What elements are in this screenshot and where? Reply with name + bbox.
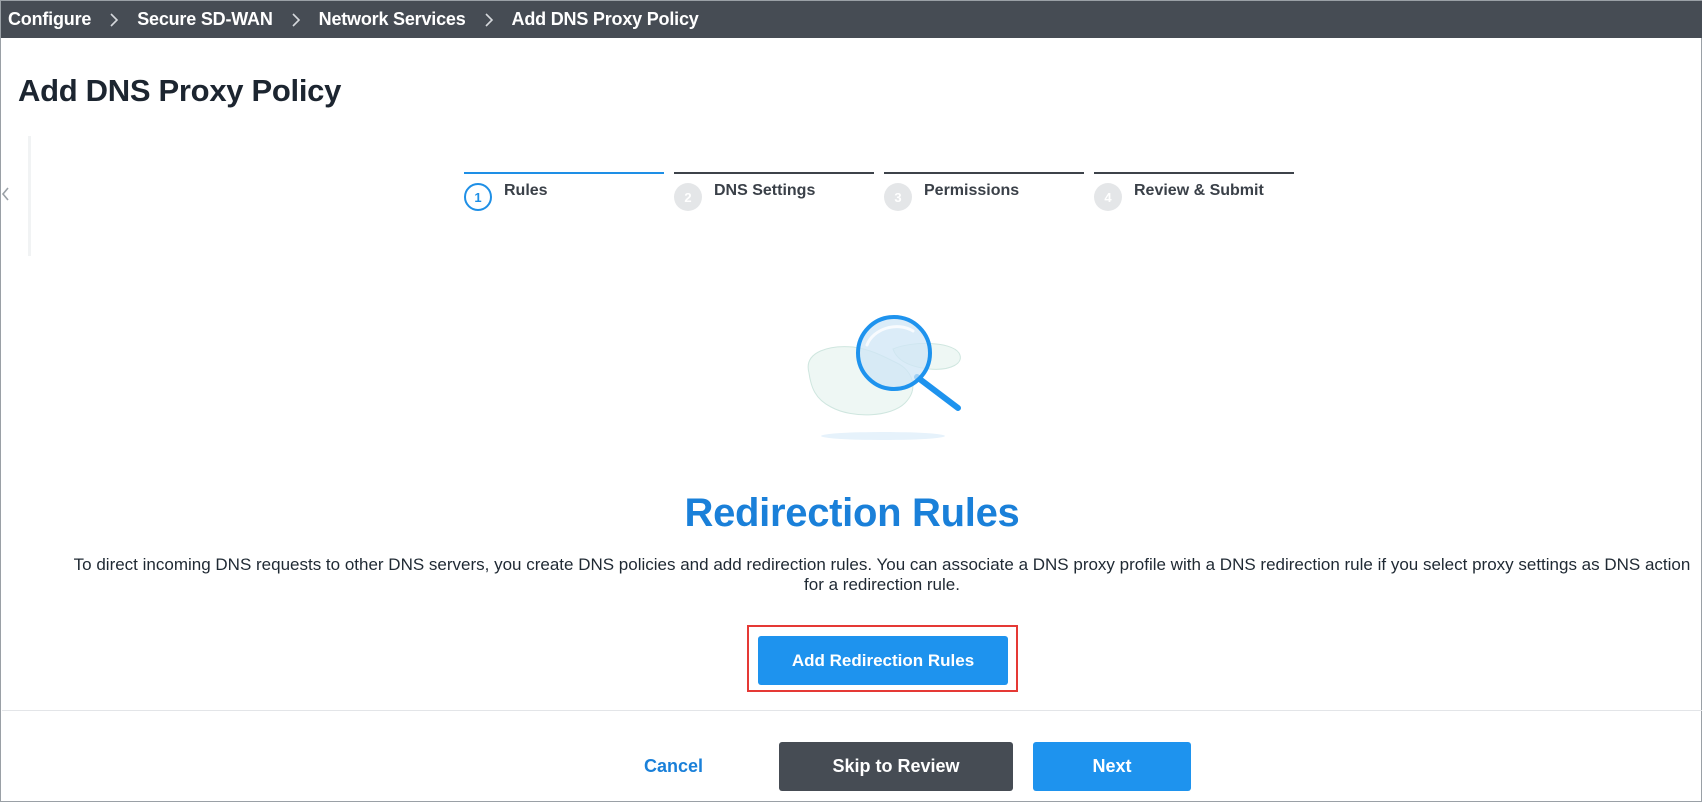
chevron-left-icon[interactable] — [1, 187, 11, 201]
cancel-button[interactable]: Cancel — [631, 742, 716, 790]
step-number: 2 — [674, 183, 702, 211]
step-label: Rules — [504, 182, 548, 199]
step-progress-bar — [884, 172, 1084, 174]
step-label: Review & Submit — [1134, 182, 1264, 199]
wizard-stepper: 1 Rules 2 DNS Settings 3 Permissions 4 R… — [464, 172, 1294, 212]
add-redirection-rules-button[interactable]: Add Redirection Rules — [758, 636, 1008, 685]
breadcrumb: Configure Secure SD-WAN Network Services… — [1, 1, 1702, 38]
breadcrumb-item-configure[interactable]: Configure — [8, 9, 91, 30]
step-label: Permissions — [924, 182, 1020, 199]
chevron-right-icon — [291, 12, 301, 27]
empty-state-description: To direct incoming DNS requests to other… — [73, 555, 1691, 594]
next-button[interactable]: Next — [1033, 742, 1191, 791]
empty-state-title: Redirection Rules — [684, 491, 1020, 535]
step-rules[interactable]: 1 Rules — [464, 172, 664, 212]
step-number: 1 — [464, 183, 492, 211]
step-progress-bar — [1094, 172, 1294, 174]
breadcrumb-item-network-services[interactable]: Network Services — [319, 9, 466, 30]
step-label: DNS Settings — [714, 182, 816, 199]
chevron-right-icon — [484, 12, 494, 27]
page-title: Add DNS Proxy Policy — [18, 73, 342, 108]
footer-divider — [2, 710, 1702, 711]
chevron-right-icon — [109, 12, 119, 27]
step-number: 4 — [1094, 183, 1122, 211]
highlight-frame: Add Redirection Rules — [747, 625, 1018, 692]
app-window: Configure Secure SD-WAN Network Services… — [0, 0, 1702, 802]
side-panel-rail — [28, 136, 31, 256]
breadcrumb-item-secure-sd-wan[interactable]: Secure SD-WAN — [137, 9, 273, 30]
step-dns-settings[interactable]: 2 DNS Settings — [674, 172, 874, 212]
step-permissions[interactable]: 3 Permissions — [884, 172, 1084, 212]
skip-to-review-button[interactable]: Skip to Review — [779, 742, 1013, 791]
breadcrumb-item-current: Add DNS Proxy Policy — [511, 9, 699, 29]
magnifying-glass-icon — [807, 315, 961, 440]
step-progress-bar — [464, 172, 664, 174]
step-review-submit[interactable]: 4 Review & Submit — [1094, 172, 1294, 212]
step-progress-bar — [674, 172, 874, 174]
step-number: 3 — [884, 183, 912, 211]
